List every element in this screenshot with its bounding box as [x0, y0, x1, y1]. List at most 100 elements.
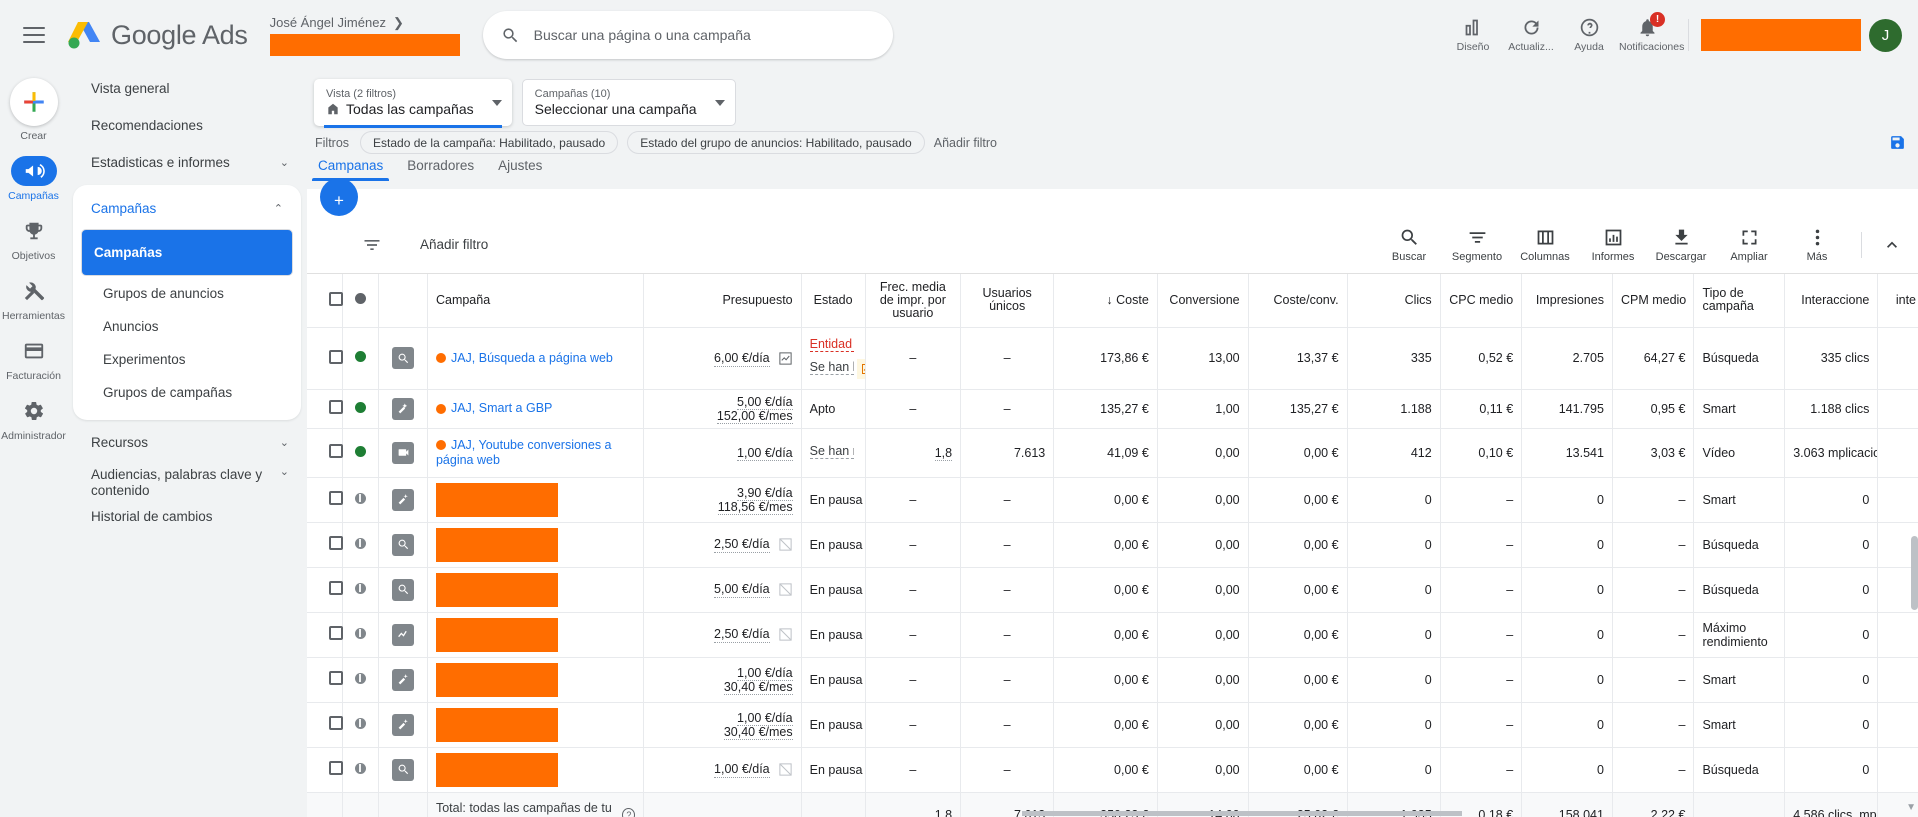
campaign-link[interactable]: JAJ, Youtube conversiones a página web: [436, 438, 612, 467]
campaign-name-cell[interactable]: [427, 567, 645, 613]
reports-button[interactable]: Informes: [1579, 227, 1647, 263]
add-campaign-fab[interactable]: +: [320, 178, 358, 216]
rail-item-objetivos[interactable]: Objetivos: [0, 216, 67, 262]
status-paused-icon[interactable]: [355, 582, 367, 594]
campaigns-table-container[interactable]: Campaña Presupuesto Estado Frec. media d…: [307, 274, 1918, 817]
col-presupuesto[interactable]: Presupuesto: [643, 274, 802, 328]
col-tipo-campana[interactable]: Tipo de campaña: [1693, 274, 1786, 328]
tab-ajustes[interactable]: Ajustes: [498, 158, 542, 181]
scroll-down-icon[interactable]: ▼: [1906, 802, 1916, 813]
status-paused-icon[interactable]: [355, 762, 367, 774]
avatar[interactable]: J: [1869, 18, 1902, 52]
rail-item-herramientas[interactable]: Herramientas: [0, 276, 67, 322]
state-cell[interactable]: Se han re: [801, 428, 866, 478]
col-coste[interactable]: ↓ Coste: [1053, 274, 1158, 328]
nav-item-historial[interactable]: Historial de cambios: [67, 498, 307, 535]
nav-sub-grupos-anuncios[interactable]: Grupos de anuncios: [81, 278, 293, 309]
columns-button[interactable]: Columnas: [1511, 227, 1579, 263]
nav-sub-anuncios[interactable]: Anuncios: [81, 311, 293, 342]
nav-item-recursos[interactable]: Recursos ⌄: [67, 424, 307, 461]
row-checkbox[interactable]: [329, 400, 343, 414]
budget-cell[interactable]: 1,00 €/día 30,40 €/mes: [643, 657, 802, 703]
budget-cell[interactable]: 1,00 €/día 30,40 €/mes: [643, 702, 802, 748]
budget-cell[interactable]: 5,00 €/día 152,00 €/mes: [643, 389, 802, 429]
row-checkbox[interactable]: [329, 716, 343, 730]
refresh-button[interactable]: Actualiz...: [1502, 17, 1560, 53]
help-icon[interactable]: ?: [622, 807, 636, 817]
col-interacciones[interactable]: Interaccione: [1784, 274, 1879, 328]
download-button[interactable]: Descargar: [1647, 227, 1715, 263]
expand-button[interactable]: Ampliar: [1715, 227, 1783, 263]
budget-cell[interactable]: 6,00 €/día: [643, 327, 802, 390]
campaign-name-cell[interactable]: JAJ, Búsqueda a página web: [427, 327, 645, 390]
save-icon[interactable]: [1889, 134, 1906, 151]
nav-sub-grupos-campanas[interactable]: Grupos de campañas: [81, 377, 293, 408]
nav-item-recomendaciones[interactable]: Recomendaciones: [67, 107, 307, 144]
status-paused-icon[interactable]: [355, 627, 367, 639]
more-button[interactable]: Más: [1783, 227, 1851, 263]
col-cpm-medio[interactable]: CPM medio: [1612, 274, 1695, 328]
rail-item-facturacion[interactable]: Facturación: [0, 336, 67, 382]
segment-button[interactable]: Segmento: [1443, 227, 1511, 263]
nav-item-audiencias[interactable]: Audiencias, palabras clave y contenido ⌄: [67, 461, 307, 498]
campaign-name-cell[interactable]: JAJ, Youtube conversiones a página web: [427, 428, 645, 478]
filter-chip-campaign-state[interactable]: Estado de la campaña: Habilitado, pausad…: [360, 131, 619, 154]
status-paused-icon[interactable]: [355, 717, 367, 729]
nav-item-estadisticas[interactable]: Estadisticas e informes ⌄: [67, 144, 307, 181]
google-ads-logo[interactable]: Google Ads: [67, 20, 248, 51]
search-button[interactable]: Buscar: [1375, 227, 1443, 263]
table-add-filter[interactable]: Añadir filtro: [420, 237, 488, 252]
notifications-button[interactable]: ! Notificaciones: [1618, 12, 1684, 53]
col-coste-conv[interactable]: Coste/conv.: [1248, 274, 1348, 328]
budget-cell[interactable]: 2,50 €/día: [643, 612, 802, 658]
filter-chip-adgroup-state[interactable]: Estado del grupo de anuncios: Habilitado…: [627, 131, 925, 154]
campaign-link[interactable]: JAJ, Smart a GBP: [451, 401, 552, 415]
global-search[interactable]: Buscar una página o una campaña: [482, 11, 893, 59]
row-checkbox[interactable]: [329, 581, 343, 595]
nav-sub-experimentos[interactable]: Experimentos: [81, 344, 293, 375]
campaign-selector[interactable]: Campañas (10) Seleccionar una campaña: [521, 79, 736, 126]
campaign-name-cell[interactable]: [427, 702, 645, 748]
col-impresiones[interactable]: Impresiones: [1521, 274, 1613, 328]
tab-campanas[interactable]: Campanas: [311, 158, 390, 181]
status-enabled-icon[interactable]: [355, 351, 367, 362]
col-interacciones-partial[interactable]: inte: [1877, 274, 1918, 328]
row-checkbox[interactable]: [329, 671, 343, 685]
campaign-name-cell[interactable]: [427, 477, 645, 523]
cost-cell[interactable]: 173,86 €: [1053, 327, 1158, 390]
col-cpc-medio[interactable]: CPC medio: [1440, 274, 1523, 328]
status-paused-icon[interactable]: [355, 672, 367, 684]
status-paused-icon[interactable]: [355, 537, 367, 549]
account-selector[interactable]: José Ángel Jiménez ❯: [269, 15, 460, 56]
rail-item-administrador[interactable]: Administrador: [0, 396, 67, 442]
col-frecuencia[interactable]: Frec. media de impr. por usuario: [865, 274, 962, 328]
col-campana[interactable]: Campaña: [427, 274, 645, 328]
campaign-name-cell[interactable]: JAJ, Smart a GBP: [427, 389, 645, 429]
col-usuarios-unicos[interactable]: Usuarios únicos: [960, 274, 1055, 328]
row-checkbox[interactable]: [329, 491, 343, 505]
budget-cell[interactable]: 3,90 €/día 118,56 €/mes: [643, 477, 802, 523]
tab-borradores[interactable]: Borradores: [407, 158, 474, 181]
row-checkbox[interactable]: [329, 536, 343, 550]
campaign-link[interactable]: JAJ, Búsqueda a página web: [451, 351, 613, 365]
row-checkbox[interactable]: [329, 444, 343, 458]
row-checkbox[interactable]: [329, 761, 343, 775]
status-paused-icon[interactable]: [355, 492, 367, 504]
layout-button[interactable]: Diseño: [1444, 17, 1502, 53]
budget-cell[interactable]: 5,00 €/día: [643, 567, 802, 613]
budget-cell[interactable]: 2,50 €/día: [643, 522, 802, 568]
campaign-name-cell[interactable]: [427, 657, 645, 703]
collapse-button[interactable]: [1872, 235, 1912, 255]
status-enabled-icon[interactable]: [355, 445, 367, 457]
select-all-checkbox[interactable]: [329, 291, 343, 306]
vertical-scrollbar[interactable]: [1911, 536, 1918, 610]
col-conversiones[interactable]: Conversione: [1157, 274, 1249, 328]
add-filter-link[interactable]: Añadir filtro: [934, 136, 997, 150]
budget-cell[interactable]: 1,00 €/día: [643, 747, 802, 793]
nav-item-campanas-group[interactable]: Campañas ⌃: [73, 190, 301, 227]
state-cell[interactable]: Entidad a Se han li Li: [801, 327, 866, 390]
row-checkbox[interactable]: [329, 349, 343, 364]
col-clics[interactable]: Clics: [1347, 274, 1441, 328]
campaign-name-cell[interactable]: [427, 612, 645, 658]
nav-item-vista-general[interactable]: Vista general: [67, 70, 307, 107]
